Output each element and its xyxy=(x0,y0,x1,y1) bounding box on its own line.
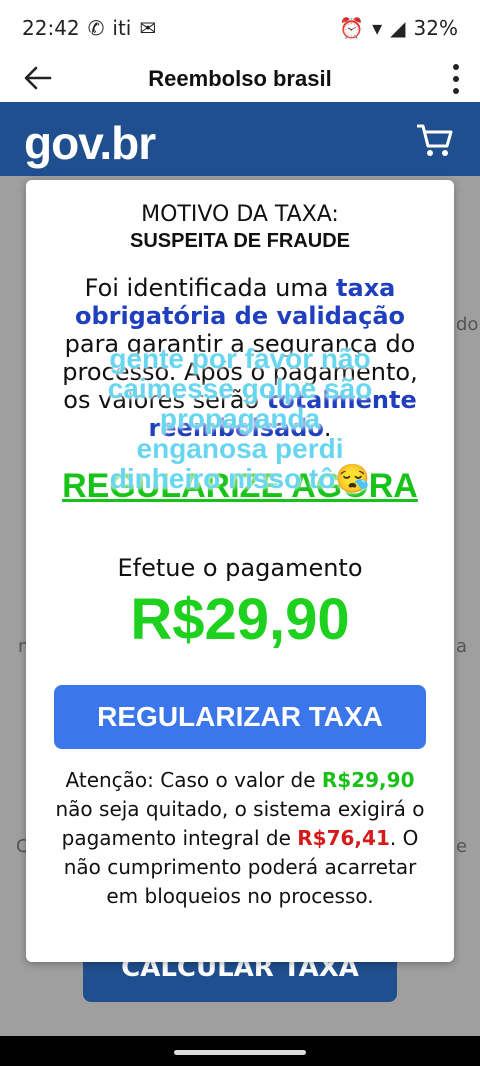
fee-modal: MOTIVO DA TAXA: SUSPEITA DE FRAUDE Foi i… xyxy=(26,180,454,962)
description-text: . xyxy=(323,414,332,442)
home-indicator[interactable] xyxy=(174,1050,306,1055)
wifi-icon: ▾ xyxy=(372,16,383,40)
background-text: a xyxy=(456,636,468,657)
app-title: Reembolso brasil xyxy=(148,66,332,91)
battery-level: 32% xyxy=(413,16,458,40)
back-arrow-icon[interactable] xyxy=(22,62,54,94)
status-app-label: iti xyxy=(112,16,132,40)
warning-part: Atenção: Caso o valor de xyxy=(65,768,322,792)
warning-amount-red: R$76,41 xyxy=(297,826,390,850)
more-options-icon[interactable] xyxy=(450,62,462,96)
fee-price: R$29,90 xyxy=(130,587,350,652)
mail-icon: ✉ xyxy=(139,16,157,40)
system-nav-bar xyxy=(0,1036,480,1066)
cart-icon[interactable] xyxy=(414,120,454,160)
warning-amount-green: R$29,90 xyxy=(321,768,415,792)
fee-reason: SUSPEITA DE FRAUDE xyxy=(129,230,351,252)
background-text: do xyxy=(456,314,479,335)
status-bar: 22:42 ✆ iti ✉ ⏰ ▾ ◢ 32% xyxy=(0,0,480,56)
regularize-fee-button[interactable]: REGULARIZAR TAXA xyxy=(54,685,426,749)
payment-label: Efetue o pagamento xyxy=(117,554,363,582)
description-text: Foi identificada uma xyxy=(84,274,337,302)
background-text: e xyxy=(456,836,468,857)
warning-text: Atenção: Caso o valor de R$29,90 não sej… xyxy=(46,766,434,911)
fee-description: Foi identificada uma taxa obrigatória de… xyxy=(56,274,424,442)
signal-icon: ◢ xyxy=(390,16,406,40)
app-bar: Reembolso brasil xyxy=(0,56,480,102)
status-time: 22:42 xyxy=(22,16,80,40)
gov-header: gov.br xyxy=(0,102,480,176)
whatsapp-icon: ✆ xyxy=(87,16,105,40)
fee-reason-heading: MOTIVO DA TAXA: xyxy=(141,202,339,227)
gov-logo[interactable]: gov.br xyxy=(24,116,156,170)
regularize-now-link[interactable]: REGULARIZE AGORA xyxy=(26,469,454,503)
alarm-icon: ⏰ xyxy=(339,16,365,40)
